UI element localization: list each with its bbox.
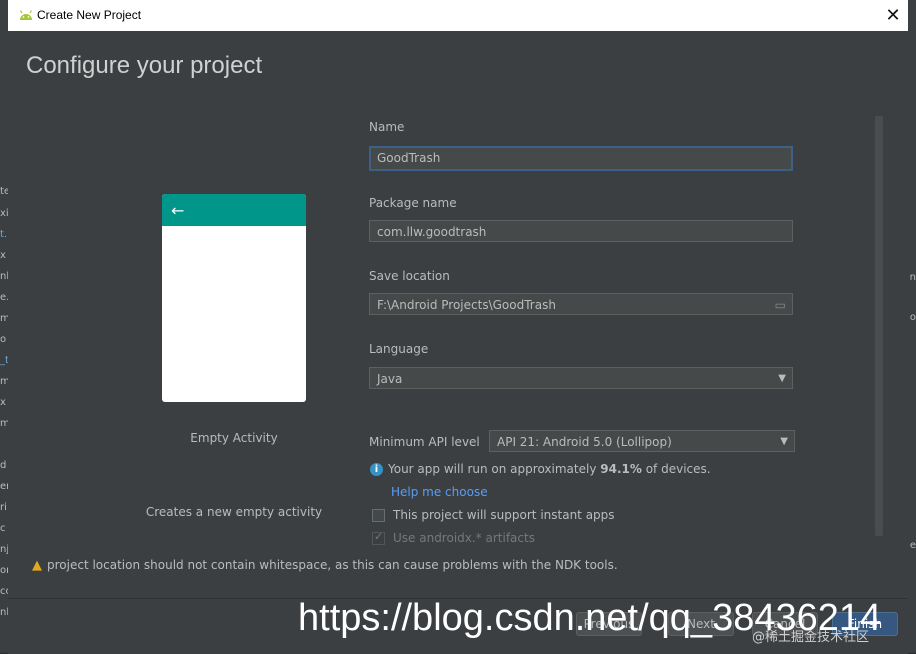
min-api-label: Minimum API level [369,435,480,449]
background-ide-left: te xi t. x nl e. m o _t m x m d er ri c … [0,0,12,653]
chevron-down-icon: ▼ [778,373,786,384]
background-ide-right: n o e [908,0,916,653]
warning-message: ▲ project location should not contain whi… [32,558,618,573]
preview-app-bar: ← [162,194,306,226]
close-icon[interactable]: ✕ [878,0,908,31]
title-bar: Create New Project ✕ [8,0,908,31]
instant-apps-option[interactable]: This project will support instant apps [372,508,615,522]
package-name-label: Package name [369,196,457,210]
language-value: Java [377,372,403,386]
min-api-select[interactable]: API 21: Android 5.0 (Lollipop) ▼ [489,430,795,452]
chevron-down-icon: ▼ [780,436,788,447]
template-description: Creates a new empty activity [145,505,323,519]
page-title: Configure your project [26,52,263,79]
template-name: Empty Activity [190,431,278,445]
save-location-value: F:\Android Projects\GoodTrash [377,298,556,312]
save-location-input[interactable]: F:\Android Projects\GoodTrash ▭ [369,293,793,315]
info-icon: i [370,463,383,476]
coverage-percent: 94.1% [600,462,642,476]
language-label: Language [369,342,429,356]
name-input[interactable]: GoodTrash [369,146,793,171]
form-scrollbar[interactable] [875,116,883,536]
device-coverage-info: i Your app will run on approximately 94.1… [370,462,711,476]
window-title: Create New Project [37,8,142,22]
androidx-checkbox [372,530,385,545]
androidx-option: Use androidx.* artifacts [372,530,535,545]
android-icon [19,10,33,20]
language-select[interactable]: Java ▼ [369,367,793,389]
folder-icon[interactable]: ▭ [775,294,786,316]
help-me-choose-link[interactable]: Help me choose [391,485,488,499]
back-arrow-icon: ← [171,201,185,220]
create-project-dialog: Create New Project ✕ Configure your proj… [8,0,908,654]
package-name-input[interactable]: com.llw.goodtrash [369,220,793,242]
instant-apps-checkbox[interactable] [372,509,385,522]
watermark-tag: @稀土掘金技术社区 [752,630,870,645]
name-label: Name [369,120,405,134]
warning-icon: ▲ [32,558,42,573]
save-location-label: Save location [369,269,450,283]
template-preview: ← [162,194,306,402]
min-api-value: API 21: Android 5.0 (Lollipop) [497,435,672,449]
